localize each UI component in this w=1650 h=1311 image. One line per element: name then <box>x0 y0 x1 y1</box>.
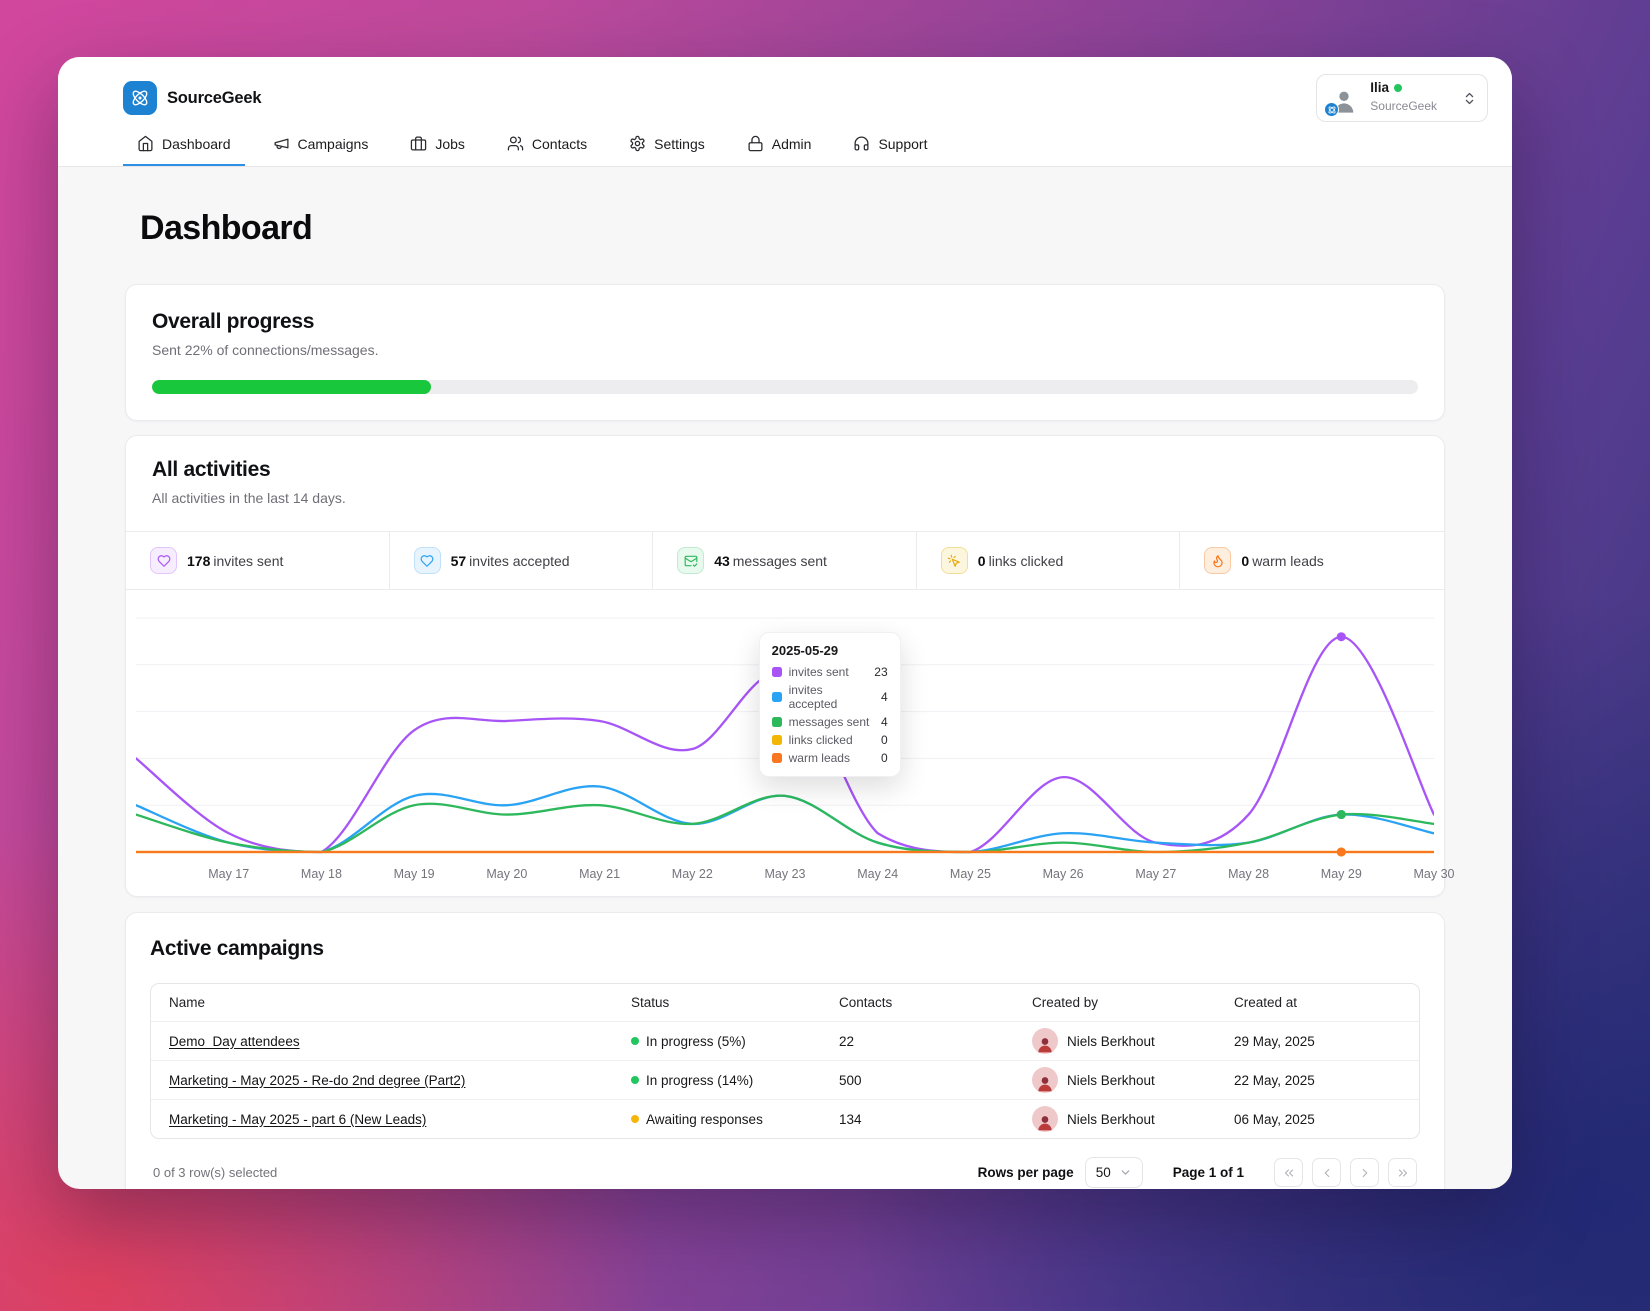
user-account-switcher[interactable]: Ilia SourceGeek <box>1316 73 1488 123</box>
stat-messages-sent: 43 messages sent <box>653 532 917 589</box>
sourcegeek-logo-icon <box>123 81 157 115</box>
campaigns-table: Name Status Contacts Created by Created … <box>150 983 1420 1139</box>
campaign-link[interactable]: Marketing - May 2025 - part 6 (New Leads… <box>169 1112 426 1127</box>
chart-x-axis: May 17 May 18 May 19 May 20 May 21 May 2… <box>208 867 1455 881</box>
headphones-icon <box>853 135 870 152</box>
chart-tooltip: 2025-05-29 invites sent 23 invites accept… <box>758 632 901 777</box>
series-swatch <box>771 735 782 745</box>
created-at: 22 May, 2025 <box>1234 1072 1315 1088</box>
prev-page-button[interactable] <box>1312 1158 1341 1187</box>
contacts-count: 22 <box>839 1033 855 1049</box>
page-status: Page 1 of 1 <box>1172 1165 1244 1180</box>
all-activities-card: All activities All activities in the las… <box>125 435 1455 897</box>
heart-icon <box>150 547 177 574</box>
users-icon <box>507 135 524 152</box>
progress-bar-track <box>152 380 1418 394</box>
flame-icon <box>1204 547 1232 574</box>
series-swatch <box>771 667 782 677</box>
stat-invites-sent: 178 invites sent <box>126 532 390 589</box>
table-row[interactable]: Demo_Day attendees In progress (5%) 22 N… <box>151 1021 1419 1060</box>
lock-icon <box>747 135 764 152</box>
active-campaigns-title: Active campaigns <box>150 937 324 960</box>
creator-avatar <box>1032 1106 1058 1132</box>
tab-contacts[interactable]: Contacts <box>493 125 601 166</box>
tab-jobs[interactable]: Jobs <box>396 125 479 166</box>
contacts-count: 134 <box>839 1111 862 1127</box>
status-dot <box>631 1115 639 1123</box>
page-title: Dashboard <box>140 209 313 247</box>
creator-name: Niels Berkhout <box>1067 1111 1155 1127</box>
tab-admin[interactable]: Admin <box>733 125 826 166</box>
megaphone-icon <box>273 135 290 152</box>
tab-settings[interactable]: Settings <box>615 125 719 166</box>
progress-bar-fill <box>152 380 431 394</box>
brand-name: SourceGeek <box>167 88 262 107</box>
chevron-up-down-icon <box>1462 91 1477 106</box>
first-page-button[interactable] <box>1274 1158 1303 1187</box>
home-icon <box>137 135 154 152</box>
next-page-button[interactable] <box>1350 1158 1379 1187</box>
tab-dashboard[interactable]: Dashboard <box>123 125 245 166</box>
col-created-by: Created by <box>1032 995 1099 1010</box>
col-created-at: Created at <box>1234 995 1298 1010</box>
series-swatch <box>771 717 782 727</box>
mail-check-icon <box>677 547 705 574</box>
created-at: 29 May, 2025 <box>1234 1033 1315 1049</box>
main-nav: Dashboard Campaigns Jobs Contacts Settin… <box>58 125 1512 166</box>
contacts-count: 500 <box>839 1072 862 1088</box>
overall-progress-title: Overall progress <box>152 310 315 333</box>
tab-campaigns[interactable]: Campaigns <box>259 125 383 166</box>
user-org: SourceGeek <box>1370 99 1437 114</box>
briefcase-icon <box>410 135 427 152</box>
online-status-dot <box>1394 84 1403 92</box>
app-header: SourceGeek Ilia SourceGeek Dashboard Cam… <box>58 57 1512 167</box>
rows-per-page-select[interactable]: 50 <box>1084 1157 1143 1188</box>
col-name: Name <box>169 995 206 1010</box>
col-contacts: Contacts <box>839 995 893 1010</box>
stat-invites-accepted: 57 invites accepted <box>390 532 654 589</box>
active-campaigns-card: Active campaigns Name Status Contacts Cr… <box>125 912 1445 1189</box>
last-page-button[interactable] <box>1388 1158 1417 1187</box>
activity-stats-row: 178 invites sent 57 invites accepted 43 mes… <box>126 531 1444 590</box>
creator-name: Niels Berkhout <box>1067 1033 1155 1049</box>
stat-warm-leads: 0 warm leads <box>1180 532 1444 589</box>
created-at: 06 May, 2025 <box>1234 1111 1315 1127</box>
heart-icon <box>413 547 441 574</box>
table-footer: 0 of 3 row(s) selected Rows per page 50 … <box>150 1157 1420 1188</box>
all-activities-subtitle: All activities in the last 14 days. <box>152 490 346 506</box>
table-row[interactable]: Marketing - May 2025 - Re-do 2nd degree … <box>151 1060 1419 1099</box>
status-dot <box>631 1037 639 1045</box>
status-dot <box>631 1076 639 1084</box>
table-row[interactable]: Marketing - May 2025 - part 6 (New Leads… <box>151 1099 1419 1138</box>
gear-icon <box>629 135 646 152</box>
activity-chart[interactable]: May 17 May 18 May 19 May 20 May 21 May 2… <box>126 590 1455 896</box>
tooltip-date: 2025-05-29 <box>771 643 839 658</box>
series-swatch <box>771 692 782 702</box>
table-header-row: Name Status Contacts Created by Created … <box>151 984 1419 1021</box>
creator-name: Niels Berkhout <box>1067 1072 1155 1088</box>
creator-avatar <box>1032 1067 1058 1093</box>
col-status: Status <box>631 995 670 1010</box>
creator-avatar <box>1032 1028 1058 1054</box>
campaign-link[interactable]: Marketing - May 2025 - Re-do 2nd degree … <box>169 1073 465 1088</box>
rows-selected-text: 0 of 3 row(s) selected <box>153 1165 278 1180</box>
tab-support[interactable]: Support <box>839 125 941 166</box>
all-activities-title: All activities <box>152 458 271 481</box>
campaign-link[interactable]: Demo_Day attendees <box>169 1034 300 1049</box>
pointer-click-icon <box>940 547 968 574</box>
brand: SourceGeek <box>123 81 262 115</box>
app-window: SourceGeek Ilia SourceGeek Dashboard Cam… <box>58 57 1512 1189</box>
series-swatch <box>771 753 782 763</box>
overall-progress-card: Overall progress Sent 22% of connections… <box>125 284 1445 421</box>
user-name: Ilia <box>1370 79 1390 95</box>
rows-per-page-label: Rows per page <box>977 1165 1074 1180</box>
chevron-down-icon <box>1119 1166 1132 1179</box>
overall-progress-subtitle: Sent 22% of connections/messages. <box>152 342 379 358</box>
stat-links-clicked: 0 links clicked <box>917 532 1181 589</box>
